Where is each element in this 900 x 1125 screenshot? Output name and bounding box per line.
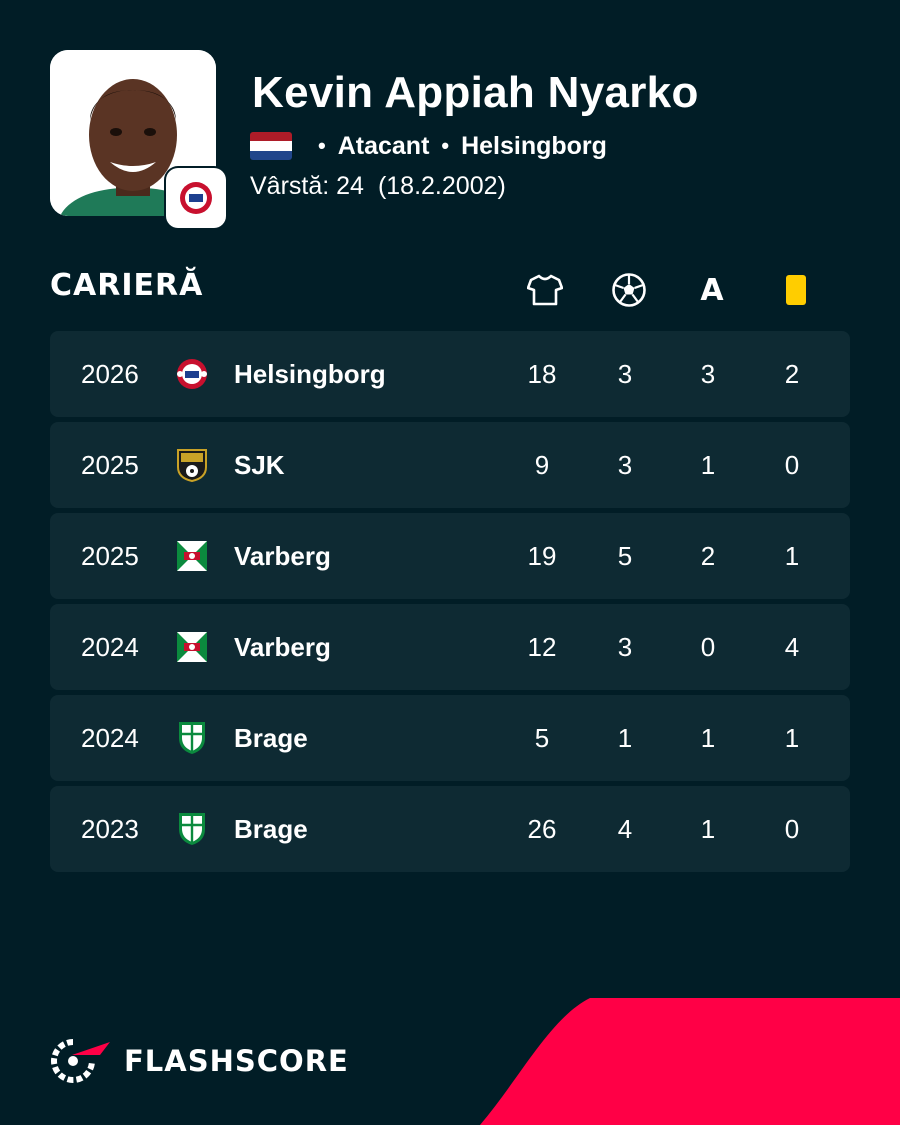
yellow-cards-value: 0 <box>784 814 800 844</box>
yellow-cards-value: 4 <box>784 632 800 662</box>
goals-value: 3 <box>617 359 633 389</box>
club-name: Varberg <box>234 541 331 571</box>
yellow-cards-value: 0 <box>784 450 800 480</box>
club-name: Varberg <box>234 632 331 662</box>
goals-value: 3 <box>617 632 633 662</box>
brage-crest-icon <box>174 720 210 756</box>
separator-dot: • <box>441 133 450 158</box>
yellow-cards-value: 2 <box>784 359 800 389</box>
season-year: 2025 <box>81 450 139 480</box>
career-title: CARIERĂ <box>50 268 204 303</box>
appearances-value: 5 <box>534 723 550 753</box>
assists-column-header: A <box>700 272 724 308</box>
yellow-cards-value: 1 <box>784 541 800 571</box>
jersey-icon <box>525 270 565 310</box>
goals-value: 3 <box>617 450 633 480</box>
appearances-value: 26 <box>527 814 557 844</box>
assists-value: 1 <box>700 450 716 480</box>
career-row: 2025 Varberg 19 5 2 1 <box>50 513 850 599</box>
goals-value: 1 <box>617 723 633 753</box>
brage-crest-icon <box>174 811 210 847</box>
season-year: 2023 <box>81 814 139 844</box>
player-header: Kevin Appiah Nyarko • Atacant • Helsingb… <box>50 50 850 230</box>
player-age: Vârstă: 24 (18.2.2002) <box>250 172 506 201</box>
assists-value: 1 <box>700 814 716 844</box>
club-name: Brage <box>234 814 308 844</box>
appearances-value: 9 <box>534 450 550 480</box>
assists-value: 2 <box>700 541 716 571</box>
appearances-value: 19 <box>527 541 557 571</box>
appearances-value: 12 <box>527 632 557 662</box>
goals-value: 5 <box>617 541 633 571</box>
footer-accent-shape <box>480 998 900 1125</box>
age-label: Vârstă: 24 <box>250 172 364 200</box>
career-row: 2024 Varberg 12 3 0 4 <box>50 604 850 690</box>
assists-value: 3 <box>700 359 716 389</box>
player-position: Atacant <box>337 131 430 160</box>
player-name: Kevin Appiah Nyarko <box>252 68 699 117</box>
assists-value: 1 <box>700 723 716 753</box>
separator-dot: • <box>318 133 326 158</box>
yellow-cards-value: 1 <box>784 723 800 753</box>
goals-value: 4 <box>617 814 633 844</box>
career-row: 2024 Brage 5 1 1 1 <box>50 695 850 781</box>
career-table: 2026 Helsingborg 18 3 3 2 2025 SJK 9 3 1 0 2025 Varbe… <box>50 331 850 877</box>
helsingborg-crest-icon <box>174 356 210 392</box>
player-club: Helsingborg <box>461 131 607 160</box>
career-row: 2023 Brage 26 4 1 0 <box>50 786 850 872</box>
yellow-card-icon <box>776 270 816 310</box>
club-name: SJK <box>234 450 285 480</box>
sjk-crest-icon <box>174 447 210 483</box>
varberg-crest-icon <box>174 538 210 574</box>
birth-date: (18.2.2002) <box>377 172 506 200</box>
career-row: 2025 SJK 9 3 1 0 <box>50 422 850 508</box>
season-year: 2024 <box>81 632 139 662</box>
career-row: 2026 Helsingborg 18 3 3 2 <box>50 331 850 417</box>
club-name: Helsingborg <box>234 359 386 389</box>
season-year: 2026 <box>81 359 139 389</box>
ball-icon <box>609 270 649 310</box>
netherlands-flag-icon <box>250 132 292 160</box>
flashscore-logo: FLASHSCORE <box>50 1038 349 1084</box>
player-meta: • Atacant • Helsingborg <box>250 130 607 162</box>
club-badge-icon <box>166 168 226 228</box>
season-year: 2024 <box>81 723 139 753</box>
flashscore-logo-icon <box>51 1039 110 1083</box>
appearances-value: 18 <box>527 359 557 389</box>
varberg-crest-icon <box>174 629 210 665</box>
flashscore-logo-text: FLASHSCORE <box>124 1044 349 1078</box>
club-name: Brage <box>234 723 308 753</box>
assists-value: 0 <box>700 632 716 662</box>
season-year: 2025 <box>81 541 139 571</box>
